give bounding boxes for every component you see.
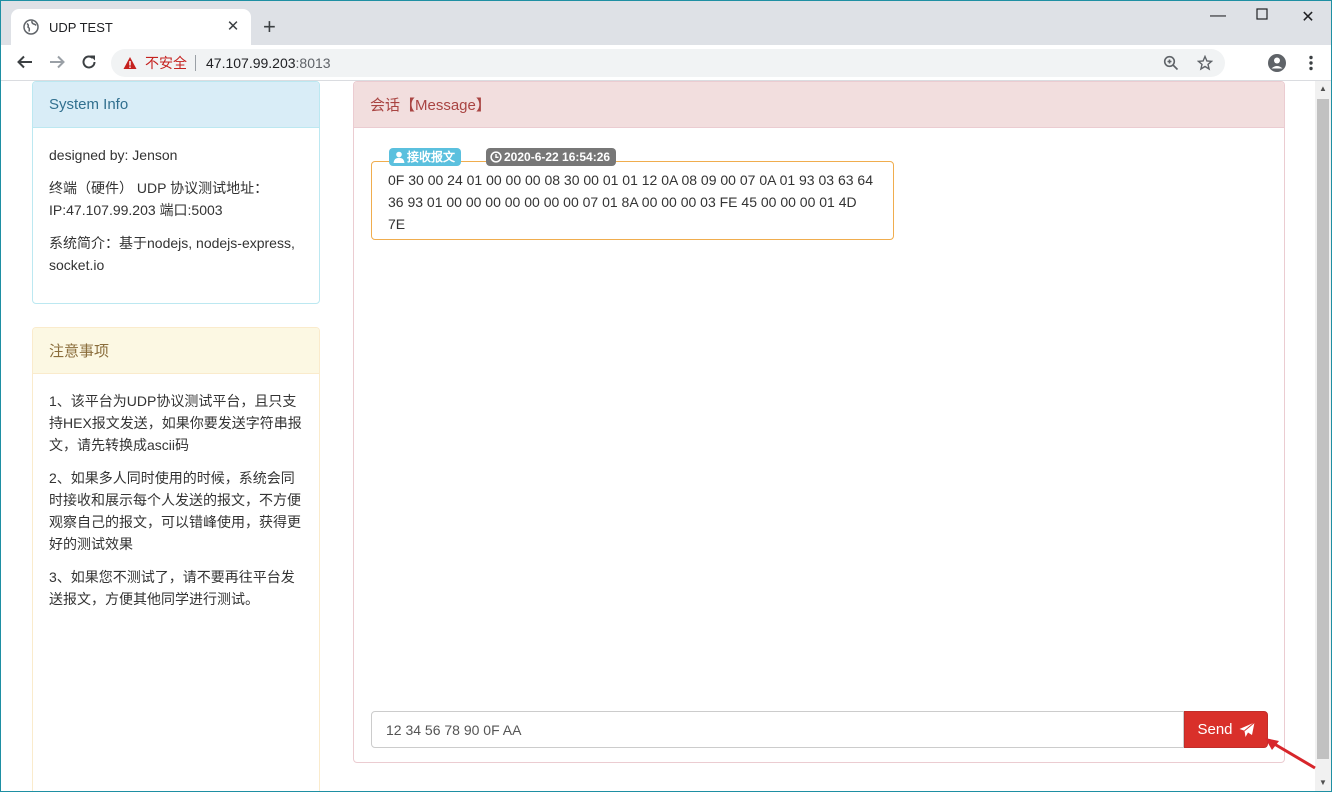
security-label[interactable]: 不安全 <box>145 53 187 73</box>
designed-by-text: designed by: Jenson <box>49 147 178 163</box>
browser-toolbar: 不安全 47.107.99.203 :8013 <box>1 45 1331 81</box>
system-info-heading: System Info <box>33 82 319 128</box>
timestamp-badge: 2020-6-22 16:54:26 <box>486 148 617 166</box>
receive-badge-label: 接收报文 <box>407 150 456 164</box>
notice-item: 1、该平台为UDP协议测试平台，且只支持HEX报文发送，如果你要发送字符串报文，… <box>49 393 302 453</box>
forward-icon[interactable] <box>47 53 67 73</box>
back-icon[interactable] <box>15 53 35 73</box>
user-icon <box>393 151 405 163</box>
send-button[interactable]: Send <box>1184 711 1268 748</box>
browser-window: UDP TEST ✕ + — ✕ 不安全 47.107.99.203 :8013 <box>0 0 1332 792</box>
notice-heading: 注意事项 <box>33 328 319 374</box>
notice-item: 3、如果您不测试了，请不要再往平台发送报文，方便其他同学进行测试。 <box>49 569 295 607</box>
reload-icon[interactable] <box>79 53 99 73</box>
tab-title: UDP TEST <box>49 19 113 35</box>
warning-icon[interactable] <box>123 56 137 70</box>
receive-badge: 接收报文 <box>389 148 462 166</box>
maximize-icon[interactable] <box>1252 7 1272 25</box>
message-panel: 会话【Message】 0F 30 00 24 01 00 00 00 08 3… <box>353 81 1285 763</box>
close-window-icon[interactable]: ✕ <box>1298 7 1318 27</box>
minimize-icon[interactable]: — <box>1208 7 1228 25</box>
zoom-icon[interactable] <box>1163 55 1179 71</box>
url-port: :8013 <box>295 55 331 71</box>
page-viewport: System Info designed by: Jenson 终端（硬件） U… <box>1 81 1315 791</box>
message-heading: 会话【Message】 <box>354 82 1284 128</box>
annotation-arrow-icon <box>1263 736 1319 775</box>
timestamp-text: 2020-6-22 16:54:26 <box>504 150 611 164</box>
url-host: 47.107.99.203 <box>206 55 296 71</box>
globe-icon <box>23 19 39 35</box>
new-tab-button[interactable]: + <box>263 15 276 39</box>
notice-panel: 注意事项 1、该平台为UDP协议测试平台，且只支持HEX报文发送，如果你要发送字… <box>32 327 320 791</box>
address-bar[interactable]: 不安全 47.107.99.203 :8013 <box>111 49 1225 77</box>
close-tab-icon[interactable]: ✕ <box>225 19 241 35</box>
paper-plane-icon <box>1239 721 1255 737</box>
system-summary-text: 系统简介：基于nodejs, nodejs-express, socket.io <box>49 235 295 273</box>
scroll-up-arrow-icon[interactable]: ▲ <box>1318 84 1328 94</box>
page-scrollbar[interactable]: ▲ ▼ <box>1315 81 1331 791</box>
received-message-bubble: 0F 30 00 24 01 00 00 00 08 30 00 01 01 1… <box>371 161 894 240</box>
tab-strip: UDP TEST ✕ + — ✕ <box>1 1 1331 45</box>
profile-avatar-icon[interactable] <box>1267 53 1287 73</box>
scroll-down-arrow-icon[interactable]: ▼ <box>1318 778 1328 788</box>
send-form: Send <box>371 711 1268 748</box>
browser-tab[interactable]: UDP TEST ✕ <box>11 9 251 45</box>
notice-item: 2、如果多人同时使用的时候，系统会同时接收和展示每个人发送的报文，不方便观察自己… <box>49 470 301 552</box>
system-info-panel: System Info designed by: Jenson 终端（硬件） U… <box>32 81 320 304</box>
address-divider <box>195 55 196 71</box>
menu-kebab-icon[interactable] <box>1301 53 1321 73</box>
message-input[interactable] <box>371 711 1184 748</box>
send-button-label: Send <box>1197 721 1233 738</box>
scroll-thumb[interactable] <box>1317 99 1329 759</box>
bookmark-star-icon[interactable] <box>1196 54 1214 71</box>
clock-icon <box>490 151 502 163</box>
udp-address-text: 终端（硬件） UDP 协议测试地址：IP:47.107.99.203 端口:50… <box>49 180 269 218</box>
